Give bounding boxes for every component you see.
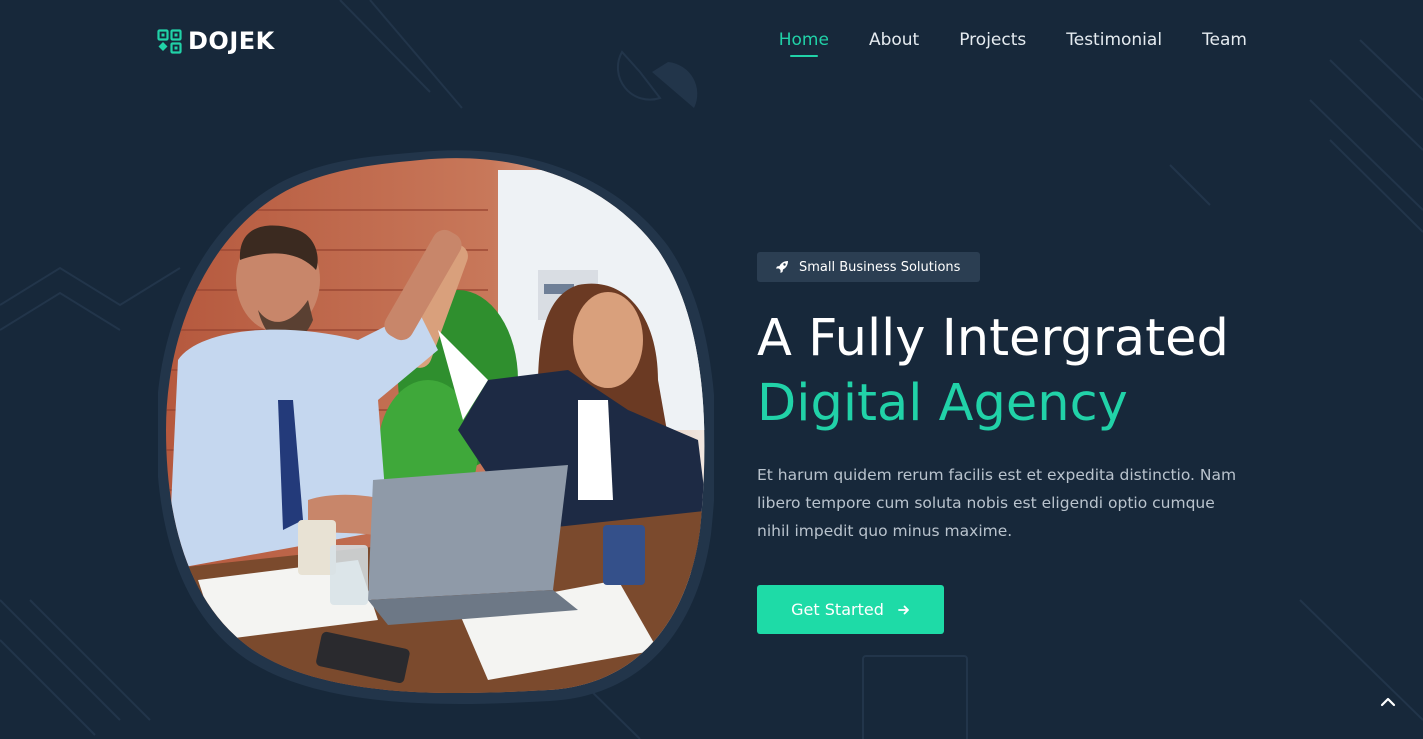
chevron-up-icon (1380, 697, 1396, 707)
rocket-icon (776, 261, 788, 273)
brand-name: DOJEK (188, 27, 275, 55)
arrow-right-icon (897, 605, 909, 614)
hero-badge: Small Business Solutions (757, 252, 981, 282)
hero-title-line1: A Fully Intergrated (757, 309, 1229, 368)
main-nav: Home About Projects Testimonial Team (779, 30, 1247, 57)
hero-image (158, 150, 714, 704)
page: DOJEK Home About Projects Testimonial Te… (0, 0, 1423, 739)
qr-grid-icon (157, 28, 182, 54)
nav-item-home[interactable]: Home (779, 30, 829, 57)
scroll-top-button[interactable] (1377, 691, 1399, 713)
nav-item-testimonial[interactable]: Testimonial (1066, 30, 1162, 50)
hero-description: Et harum quidem rerum facilis est et exp… (757, 466, 1237, 540)
hero-title-line2: Digital Agency (757, 374, 1128, 433)
brand-logo[interactable]: DOJEK (157, 27, 275, 55)
nav-item-about[interactable]: About (869, 30, 919, 50)
get-started-button[interactable]: Get Started (757, 585, 944, 634)
hero-badge-label: Small Business Solutions (799, 259, 961, 275)
nav-item-team[interactable]: Team (1202, 30, 1247, 50)
nav-item-projects[interactable]: Projects (959, 30, 1026, 50)
get-started-label: Get Started (791, 600, 884, 619)
